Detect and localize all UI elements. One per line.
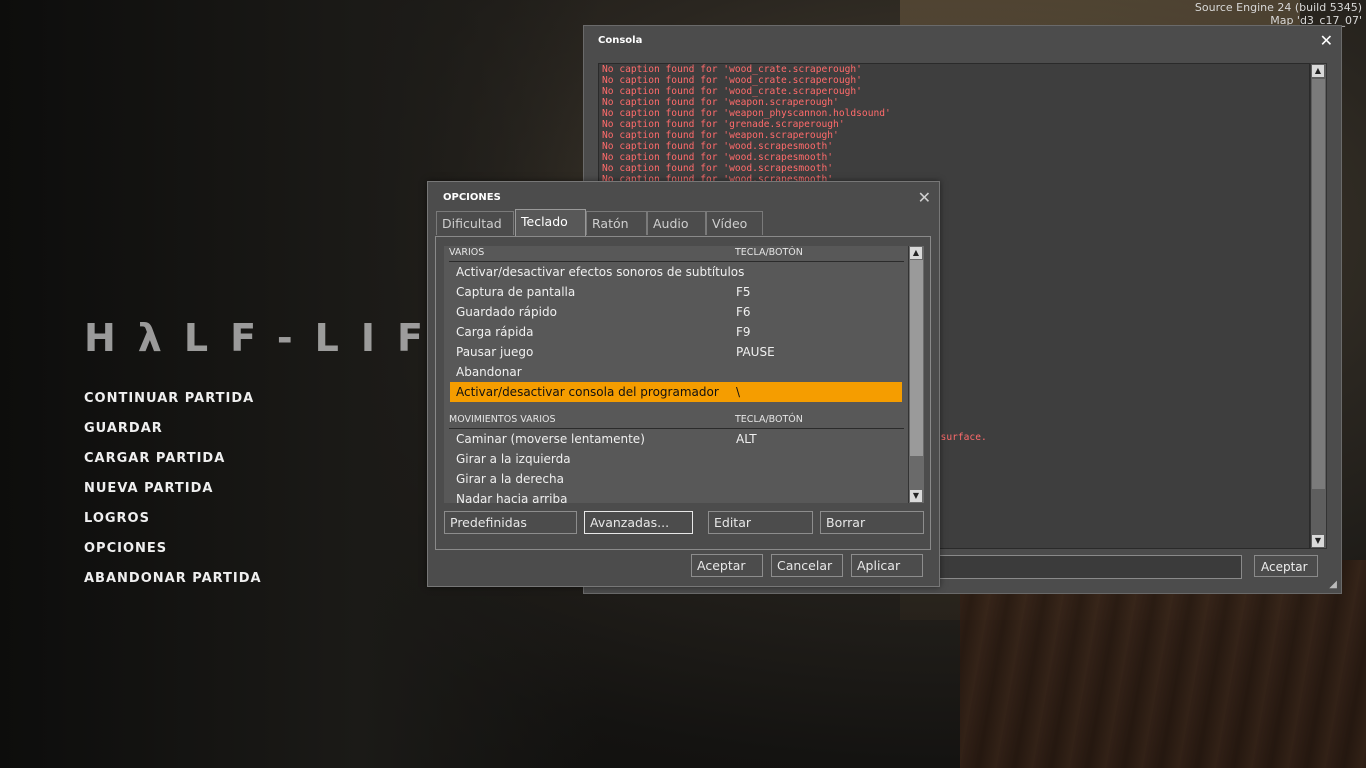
binding-action: Pausar juego: [456, 345, 534, 359]
binding-row[interactable]: Girar a la izquierda: [450, 449, 902, 469]
binding-row[interactable]: Captura de pantalla F5: [450, 282, 902, 302]
bindings-scrollbar[interactable]: ▲ ▼: [908, 246, 924, 503]
binding-row[interactable]: Girar a la derecha: [450, 469, 902, 489]
binding-key: F6: [736, 305, 751, 319]
binding-key: F5: [736, 285, 751, 299]
binding-key: ALT: [736, 432, 757, 446]
log-line: No caption found for 'wood.scrapesmooth': [602, 152, 834, 163]
binding-action: Caminar (moverse lentamente): [456, 432, 645, 446]
tab-keyboard[interactable]: Teclado: [515, 209, 586, 236]
binding-action: Guardado rápido: [456, 305, 557, 319]
advanced-button[interactable]: Avanzadas...: [584, 511, 693, 534]
console-input[interactable]: [938, 555, 1242, 579]
binding-row-selected[interactable]: Activar/desactivar consola del programad…: [450, 382, 902, 402]
log-line: No caption found for 'wood.scrapesmooth': [602, 163, 834, 174]
section-title: VARIOS: [449, 247, 485, 258]
menu-save[interactable]: GUARDAR: [84, 420, 262, 450]
log-line: No caption found for 'wood.scrapesmooth': [602, 141, 834, 152]
cancel-button[interactable]: Cancelar: [771, 554, 843, 577]
binding-row[interactable]: Pausar juego PAUSE: [450, 342, 902, 362]
key-bindings-list[interactable]: VARIOS TECLA/BOTÓN Activar/desactivar ef…: [444, 246, 908, 503]
binding-row[interactable]: Abandonar: [450, 362, 902, 382]
engine-build: Source Engine 24 (build 5345): [1194, 1, 1362, 14]
binding-action: Girar a la derecha: [456, 472, 564, 486]
binding-action: Nadar hacia arriba: [456, 492, 568, 503]
tab-audio[interactable]: Audio: [647, 211, 706, 235]
binding-row[interactable]: Activar/desactivar efectos sonoros de su…: [450, 262, 902, 282]
options-title: OPCIONES: [443, 192, 501, 203]
delete-button[interactable]: Borrar: [820, 511, 924, 534]
binding-key: F9: [736, 325, 751, 339]
console-title: Consola: [598, 35, 643, 46]
binding-action: Activar/desactivar efectos sonoros de su…: [456, 265, 745, 279]
binding-row[interactable]: Guardado rápido F6: [450, 302, 902, 322]
engine-info: Source Engine 24 (build 5345) Map 'd3_c1…: [1195, 1, 1362, 27]
scroll-down-icon[interactable]: ▼: [1312, 535, 1324, 547]
defaults-button[interactable]: Predefinidas: [444, 511, 577, 534]
section-header: VARIOS TECLA/BOTÓN: [449, 247, 904, 262]
binding-action: Carga rápida: [456, 325, 534, 339]
scroll-up-icon[interactable]: ▲: [1312, 65, 1324, 77]
log-line: No caption found for 'weapon.scraperough…: [602, 97, 839, 108]
tab-video[interactable]: Vídeo: [706, 211, 763, 235]
resize-grip-icon[interactable]: ◢: [1329, 579, 1337, 590]
log-line: No caption found for 'grenade.scraperoug…: [602, 119, 845, 130]
log-line: No caption found for 'wood_crate.scraper…: [602, 75, 862, 86]
edit-button[interactable]: Editar: [708, 511, 813, 534]
binding-action: Captura de pantalla: [456, 285, 576, 299]
binding-action: Abandonar: [456, 365, 522, 379]
keyboard-panel: VARIOS TECLA/BOTÓN Activar/desactivar ef…: [435, 236, 931, 550]
apply-button[interactable]: Aplicar: [851, 554, 923, 577]
log-line: No caption found for 'weapon_physcannon.…: [602, 108, 891, 119]
console-submit-button[interactable]: Aceptar: [1254, 555, 1318, 577]
main-menu: CONTINUAR PARTIDA GUARDAR CARGAR PARTIDA…: [84, 390, 262, 600]
tab-mouse[interactable]: Ratón: [586, 211, 647, 235]
log-line: No caption found for 'wood_crate.scraper…: [602, 64, 862, 75]
binding-key: \: [736, 385, 741, 399]
menu-achievements[interactable]: LOGROS: [84, 510, 262, 540]
binding-row[interactable]: Nadar hacia arriba: [450, 489, 902, 503]
section-header: MOVIMIENTOS VARIOS TECLA/BOTÓN: [449, 414, 904, 429]
binding-action: Girar a la izquierda: [456, 452, 571, 466]
close-icon[interactable]: ✕: [1320, 33, 1333, 49]
options-dialog: OPCIONES ✕ Dificultad Teclado Ratón Audi…: [427, 181, 940, 587]
menu-options[interactable]: OPCIONES: [84, 540, 262, 570]
menu-continue[interactable]: CONTINUAR PARTIDA: [84, 390, 262, 420]
console-scrollbar[interactable]: ▲ ▼: [1310, 63, 1327, 549]
ok-button[interactable]: Aceptar: [691, 554, 763, 577]
log-line: No caption found for 'weapon.scraperough…: [602, 130, 839, 141]
menu-new-game[interactable]: NUEVA PARTIDA: [84, 480, 262, 510]
binding-row[interactable]: Carga rápida F9: [450, 322, 902, 342]
binding-action: Activar/desactivar consola del programad…: [456, 385, 719, 399]
close-icon[interactable]: ✕: [918, 190, 931, 206]
key-column-header: TECLA/BOTÓN: [735, 414, 803, 425]
key-column-header: TECLA/BOTÓN: [735, 247, 803, 258]
scrollbar-thumb[interactable]: [1312, 79, 1325, 489]
menu-load[interactable]: CARGAR PARTIDA: [84, 450, 262, 480]
scroll-up-icon[interactable]: ▲: [910, 247, 922, 259]
tab-difficulty[interactable]: Dificultad: [436, 211, 514, 235]
menu-quit[interactable]: ABANDONAR PARTIDA: [84, 570, 262, 600]
log-line: No caption found for 'wood_crate.scraper…: [602, 86, 862, 97]
binding-row[interactable]: Caminar (moverse lentamente) ALT: [450, 429, 902, 449]
binding-key: PAUSE: [736, 345, 775, 359]
scrollbar-thumb[interactable]: [910, 260, 923, 456]
scroll-down-icon[interactable]: ▼: [910, 490, 922, 502]
section-title: MOVIMIENTOS VARIOS: [449, 414, 556, 425]
